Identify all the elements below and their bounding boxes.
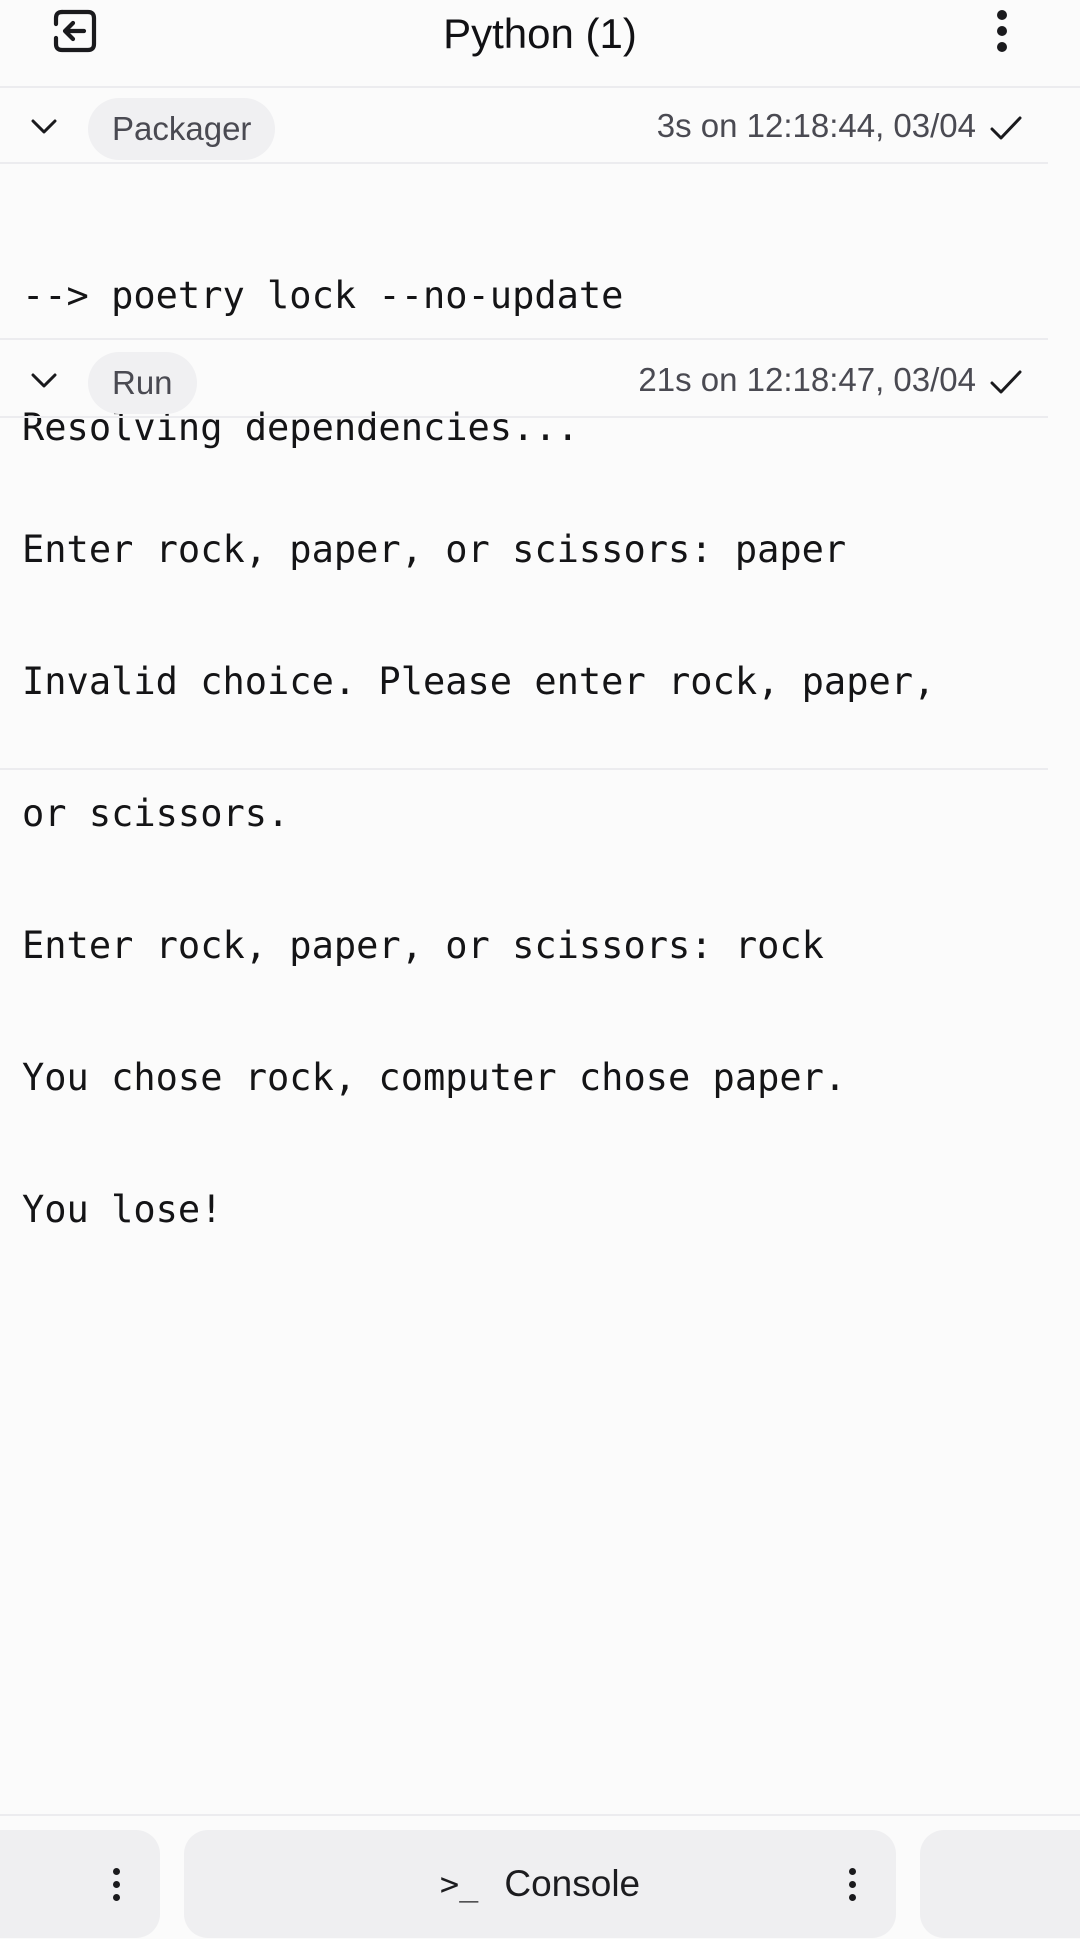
packager-section-header[interactable]: Packager 3s on 12:18:44, 03/04 [0, 88, 1048, 164]
output-line: --> poetry lock --no-update [22, 274, 624, 317]
check-icon [984, 360, 1028, 404]
output-line: Enter rock, paper, or scissors: paper [22, 528, 847, 571]
more-options-button[interactable] [972, 0, 1032, 62]
bottom-tab-bar: >_ Console [0, 1814, 1080, 1939]
collapse-run-button[interactable] [20, 356, 68, 404]
section-timing: 3s on 12:18:44, 03/04 [656, 107, 976, 144]
tab-options-button[interactable] [96, 1854, 136, 1914]
more-vertical-icon [997, 7, 1007, 55]
section-timing: 21s on 12:18:47, 03/04 [638, 361, 976, 398]
chevron-down-icon [31, 119, 57, 134]
top-bar: Python (1) [0, 0, 1080, 88]
chevron-down-icon [31, 373, 57, 388]
output-line: Enter rock, paper, or scissors: rock [22, 924, 824, 967]
output-line: or scissors. [22, 792, 290, 835]
tab-console[interactable]: >_ Console [184, 1830, 896, 1938]
terminal-icon: >_ [439, 1865, 479, 1903]
run-section-header[interactable]: Run 21s on 12:18:47, 03/04 [0, 342, 1048, 418]
console-options-button[interactable] [832, 1854, 872, 1914]
page-title: Python (1) [443, 10, 637, 57]
check-icon [984, 106, 1028, 150]
output-line: You lose! [22, 1188, 223, 1231]
section-label: Run [88, 352, 197, 414]
exit-arrow-icon [53, 9, 97, 53]
output-line: Invalid choice. Please enter rock, paper… [22, 660, 936, 703]
packager-output: --> poetry lock --no-update Resolving de… [0, 164, 1048, 449]
run-output: Enter rock, paper, or scissors: paper In… [0, 418, 1048, 1231]
collapse-packager-button[interactable] [20, 102, 68, 150]
tab-console-label: Console [504, 1863, 641, 1904]
more-vertical-icon [848, 1865, 856, 1904]
more-vertical-icon [112, 1865, 120, 1904]
section-label: Packager [88, 98, 276, 160]
exit-button[interactable] [42, 0, 108, 62]
output-line: You chose rock, computer chose paper. [22, 1056, 847, 1099]
tab-previous[interactable] [0, 1830, 160, 1938]
tab-next[interactable] [920, 1830, 1080, 1938]
